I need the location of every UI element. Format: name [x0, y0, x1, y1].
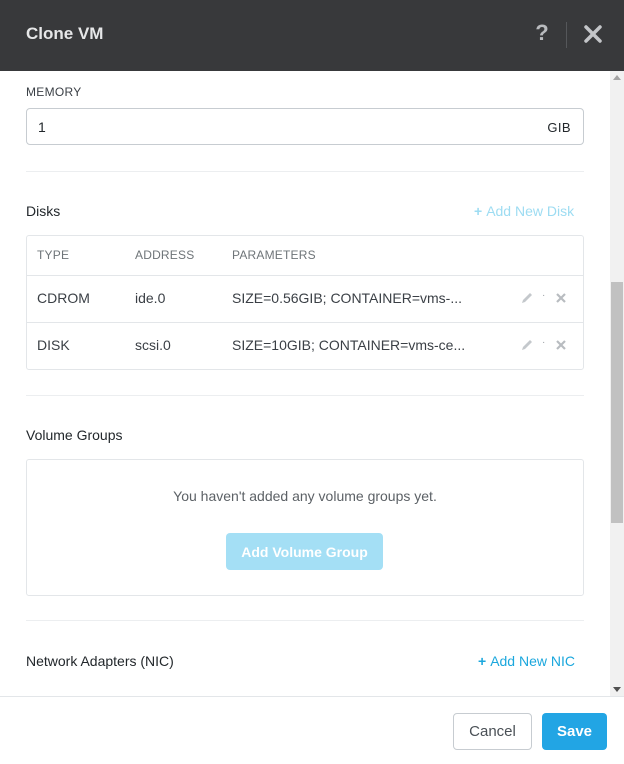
delete-icon[interactable]	[554, 291, 568, 305]
clone-vm-dialog: Clone VM ? MEMORY GIB Disks +Add New Dis…	[0, 0, 624, 764]
table-header: TYPE ADDRESS PARAMETERS	[27, 236, 583, 276]
pencil-icon[interactable]	[520, 338, 534, 352]
memory-label: MEMORY	[26, 85, 82, 99]
memory-unit: GIB	[547, 120, 571, 135]
volume-groups-empty-text: You haven't added any volume groups yet.	[173, 488, 437, 504]
disks-title: Disks	[26, 203, 61, 219]
disks-table: TYPE ADDRESS PARAMETERS CDROM ide.0 SIZE…	[26, 235, 584, 370]
column-header-address: ADDRESS	[135, 248, 195, 262]
plus-icon: +	[478, 653, 487, 669]
close-icon[interactable]	[580, 18, 606, 48]
volume-groups-panel: You haven't added any volume groups yet.…	[26, 459, 584, 596]
dialog-title: Clone VM	[26, 24, 104, 43]
disk-parameters: SIZE=0.56GIB; CONTAINER=vms-...	[232, 290, 463, 306]
memory-input[interactable]	[38, 117, 518, 137]
add-new-nic-link[interactable]: + Add New NIC	[478, 653, 575, 669]
separator-dot: ·	[542, 290, 546, 301]
pencil-icon[interactable]	[520, 291, 534, 305]
separator-dot: ·	[542, 337, 546, 348]
divider	[26, 620, 584, 621]
header-divider	[566, 22, 567, 48]
add-volume-group-button[interactable]: Add Volume Group	[226, 533, 383, 570]
disk-parameters: SIZE=10GIB; CONTAINER=vms-ce...	[232, 337, 466, 353]
network-adapters-title: Network Adapters (NIC)	[26, 653, 174, 669]
question-icon[interactable]: ?	[532, 20, 552, 46]
column-header-type: TYPE	[37, 248, 70, 262]
disk-address: scsi.0	[135, 337, 171, 353]
table-row: CDROM ide.0 SIZE=0.56GIB; CONTAINER=vms-…	[27, 276, 583, 323]
plus-icon: +	[474, 203, 483, 219]
add-new-disk-label: Add New Disk	[486, 203, 575, 219]
memory-field[interactable]: GIB	[26, 108, 584, 145]
add-new-disk-link[interactable]: + Add New Disk	[474, 203, 574, 219]
scrollbar-thumb[interactable]	[611, 282, 623, 523]
add-new-nic-label: Add New NIC	[490, 653, 575, 669]
dialog-footer: Cancel Save	[0, 696, 624, 764]
scroll-down-icon[interactable]	[613, 687, 621, 692]
column-header-parameters: PARAMETERS	[232, 248, 316, 262]
disk-type: DISK	[37, 337, 70, 353]
dialog-body: MEMORY GIB Disks +Add New Disk TYPE ADDR…	[0, 71, 610, 696]
divider	[26, 395, 584, 396]
dialog-header: Clone VM ?	[0, 0, 624, 71]
cancel-button[interactable]: Cancel	[453, 713, 532, 750]
disk-type: CDROM	[37, 290, 90, 306]
save-button[interactable]: Save	[542, 713, 607, 750]
scrollbar[interactable]	[610, 71, 624, 696]
disk-address: ide.0	[135, 290, 166, 306]
volume-groups-title: Volume Groups	[26, 427, 123, 443]
divider	[26, 171, 584, 172]
table-row: DISK scsi.0 SIZE=10GIB; CONTAINER=vms-ce…	[27, 323, 583, 370]
delete-icon[interactable]	[554, 338, 568, 352]
scroll-up-icon[interactable]	[613, 75, 621, 80]
